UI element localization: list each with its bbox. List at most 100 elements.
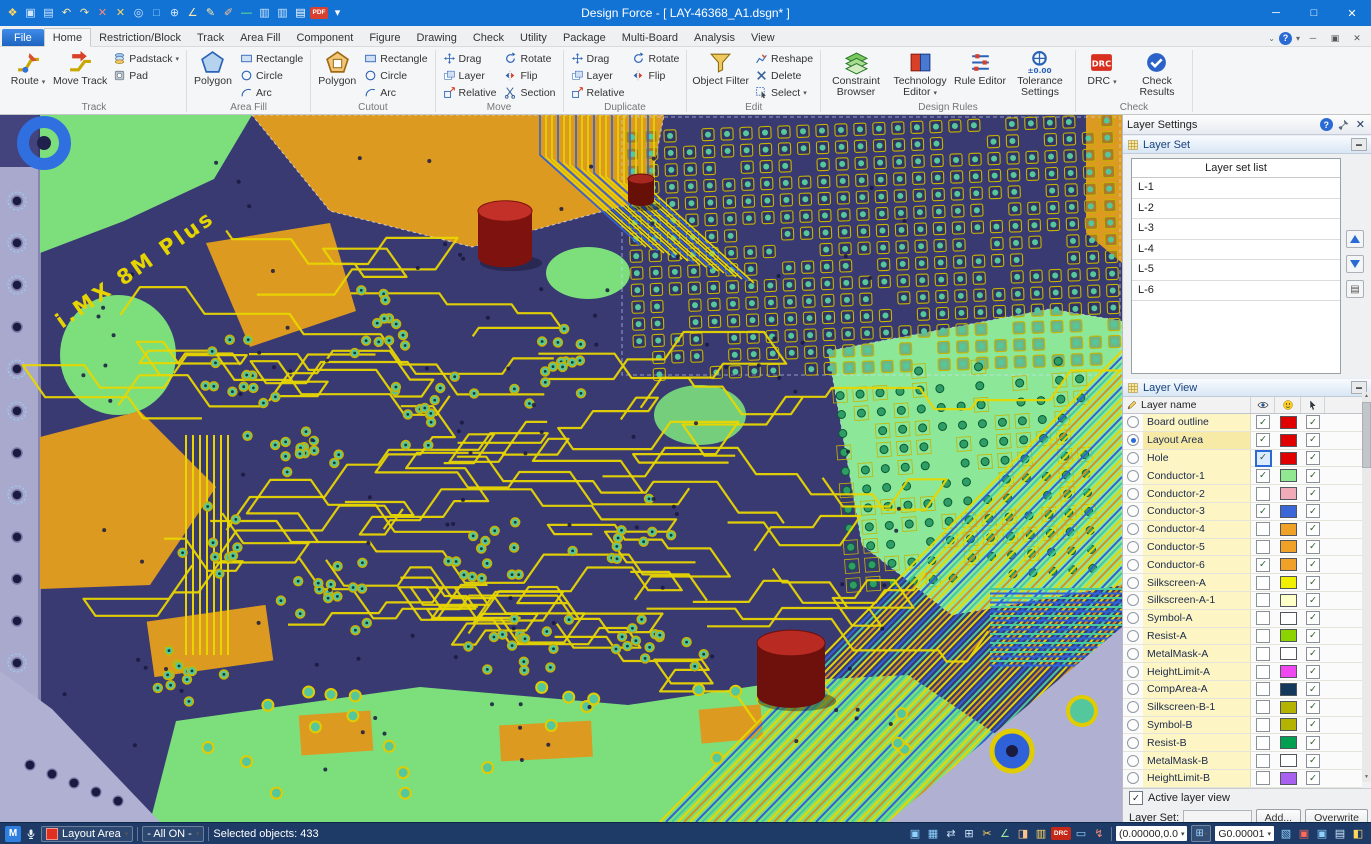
active-layer-combo[interactable]: Layout Area ▾ xyxy=(41,825,134,842)
tab-view[interactable]: View xyxy=(743,29,783,46)
layer-visibility-combo[interactable]: - All ON - ▾ xyxy=(142,825,205,842)
layer-select-checkbox[interactable]: ✓ xyxy=(1306,646,1320,661)
layer-visible-checkbox[interactable]: ✓ xyxy=(1256,468,1270,483)
tab-component[interactable]: Component xyxy=(288,29,361,46)
layer-row-conductor-4[interactable]: Conductor-4 ✓ xyxy=(1123,520,1362,539)
layer-set-item-l-5[interactable]: L-5 xyxy=(1132,260,1340,281)
select-button[interactable]: Select ▾ xyxy=(751,84,817,101)
board-flip-icon[interactable]: ⇄ xyxy=(943,826,959,842)
active-layer-radio[interactable] xyxy=(1127,469,1139,482)
route-button[interactable]: Route ▾ xyxy=(5,48,51,102)
database-icon[interactable]: ▥ xyxy=(1033,826,1049,842)
layer-color-swatch[interactable] xyxy=(1279,665,1297,679)
grid-toggle-combo[interactable]: ⊞ ▾ xyxy=(1191,825,1212,842)
layer-view-column-header[interactable]: Layer name xyxy=(1123,397,1362,414)
layer-set-detail-button[interactable]: ▤ xyxy=(1346,280,1364,298)
undo-icon[interactable]: ↶ xyxy=(58,5,75,22)
view-3d-icon[interactable]: ▧ xyxy=(1278,826,1294,842)
drc-button[interactable]: DRC ▾ xyxy=(1079,48,1125,102)
layer-select-checkbox[interactable]: ✓ xyxy=(1306,593,1320,608)
layer-set-item-l-3[interactable]: L-3 xyxy=(1132,219,1340,240)
document-minimize-icon[interactable]: ─ xyxy=(1304,30,1322,46)
tab-analysis[interactable]: Analysis xyxy=(686,29,743,46)
layer-set-item-l-6[interactable]: L-6 xyxy=(1132,281,1340,301)
duplicate-relative-button[interactable]: Relative xyxy=(567,84,629,101)
active-layer-radio[interactable] xyxy=(1127,434,1139,447)
layer-set-move-up-button[interactable] xyxy=(1346,230,1364,248)
layer-row-heightlimit-b[interactable]: HeightLimit-B ✓ xyxy=(1123,769,1362,788)
angle-snap-icon[interactable]: ∠ xyxy=(997,826,1013,842)
angle-measure-icon[interactable]: ∠ xyxy=(184,5,201,22)
log-icon[interactable]: ▤ xyxy=(1332,826,1348,842)
layer-color-swatch[interactable] xyxy=(1279,540,1297,554)
tab-drawing[interactable]: Drawing xyxy=(409,29,465,46)
layer-color-swatch[interactable] xyxy=(1279,647,1297,661)
layer-color-swatch[interactable] xyxy=(1279,522,1297,536)
active-layer-radio[interactable] xyxy=(1127,452,1139,465)
coordinate-display[interactable]: (0.00000,0.0 ▾ xyxy=(1115,826,1188,841)
layer-row-silkscreen-a-1[interactable]: Silkscreen-A-1 ✓ xyxy=(1123,591,1362,610)
pan-icon[interactable]: ⊕ xyxy=(166,5,183,22)
close-button[interactable]: ✕ xyxy=(1333,0,1371,26)
layer-visible-checkbox[interactable]: ✓ xyxy=(1256,415,1270,430)
pencil-icon[interactable]: ✎ xyxy=(202,5,219,22)
layer-select-checkbox[interactable]: ✓ xyxy=(1306,468,1320,483)
area-fill-circle-button[interactable]: Circle xyxy=(236,67,307,84)
tolerance-settings-button[interactable]: Tolerance Settings xyxy=(1008,48,1072,102)
cutout-rectangle-button[interactable]: Rectangle xyxy=(360,50,431,67)
padstack-button[interactable]: Padstack ▾ xyxy=(109,50,183,67)
constraint-browser-button[interactable]: Constraint Browser xyxy=(824,48,888,102)
layer-select-checkbox[interactable]: ✓ xyxy=(1306,539,1320,554)
cutout-circle-button[interactable]: Circle xyxy=(360,67,431,84)
check-results-button[interactable]: Check Results xyxy=(1125,48,1189,102)
layer-visible-checkbox[interactable] xyxy=(1256,771,1270,786)
layer-visible-checkbox[interactable] xyxy=(1256,753,1270,768)
layer-color-swatch[interactable] xyxy=(1279,593,1297,607)
layer-view-section-header[interactable]: Layer View ▬ xyxy=(1123,378,1371,397)
layer-row-conductor-6[interactable]: Conductor-6 ✓ ✓ xyxy=(1123,556,1362,575)
layer-row-layout-area[interactable]: Layout Area ✓ ✓ xyxy=(1123,431,1362,450)
layer-visible-checkbox[interactable] xyxy=(1256,735,1270,750)
layer-row-symbol-a[interactable]: Symbol-A ✓ xyxy=(1123,609,1362,628)
active-layer-radio[interactable] xyxy=(1127,594,1139,607)
layer-color-swatch[interactable] xyxy=(1279,576,1297,590)
grid-value-combo[interactable]: G0.00001 ▾ xyxy=(1215,826,1274,841)
move-drag-button[interactable]: Drag xyxy=(439,50,501,67)
layer-color-swatch[interactable] xyxy=(1279,469,1297,483)
active-layer-radio[interactable] xyxy=(1127,540,1139,553)
layer-select-checkbox[interactable]: ✓ xyxy=(1306,557,1320,572)
layer-color-swatch[interactable] xyxy=(1279,718,1297,732)
delete-red-icon[interactable]: ✕ xyxy=(94,5,111,22)
duplicate-rotate-button[interactable]: Rotate xyxy=(628,50,683,67)
layer-row-metalmask-b[interactable]: MetalMask-B ✓ xyxy=(1123,752,1362,770)
align-grid-icon[interactable]: ⊞ xyxy=(961,826,977,842)
active-layer-radio[interactable] xyxy=(1127,683,1139,696)
scroll-down-icon[interactable]: ▼ xyxy=(1364,773,1369,782)
area-fill-polygon-button[interactable]: Polygon xyxy=(190,48,236,102)
print-icon[interactable]: ▤ xyxy=(40,5,57,22)
layer-visible-checkbox[interactable]: ✓ xyxy=(1254,449,1272,467)
layer-view-scrollbar[interactable]: ▲ ▼ xyxy=(1362,392,1371,782)
scroll-up-icon[interactable]: ▲ xyxy=(1364,392,1369,401)
select-mode-icon[interactable]: □ xyxy=(148,5,165,22)
active-layer-radio[interactable] xyxy=(1127,576,1139,589)
panel-pin-icon[interactable] xyxy=(1337,118,1350,131)
layer-color-swatch[interactable] xyxy=(1279,700,1297,714)
app-logo-icon[interactable]: ❖ xyxy=(4,5,21,22)
layer-select-checkbox[interactable]: ✓ xyxy=(1306,611,1320,626)
layer-select-checkbox[interactable]: ✓ xyxy=(1306,486,1320,501)
document-close-icon[interactable]: ✕ xyxy=(1348,30,1366,46)
report-icon[interactable]: ▤ xyxy=(292,5,309,22)
layer-select-checkbox[interactable]: ✓ xyxy=(1306,522,1320,537)
layer-row-board-outline[interactable]: Board outline ✓ ✓ xyxy=(1123,414,1362,432)
help-icon[interactable]: ? xyxy=(1278,31,1292,45)
highlight-icon[interactable]: ✐ xyxy=(220,5,237,22)
half-view-icon[interactable]: ◧ xyxy=(1350,826,1366,842)
delete-yellow-icon[interactable]: ✕ xyxy=(112,5,129,22)
duplicate-flip-button[interactable]: Flip xyxy=(628,67,683,84)
active-layer-radio[interactable] xyxy=(1127,487,1139,500)
layer-set-list[interactable]: Layer set list L-1 L-2 L-3 L-4 L-5 L-6 xyxy=(1131,158,1341,374)
layer-set-move-down-button[interactable] xyxy=(1346,255,1364,273)
move-flip-button[interactable]: Flip xyxy=(500,67,559,84)
object-filter-button[interactable]: Object Filter xyxy=(690,48,751,102)
